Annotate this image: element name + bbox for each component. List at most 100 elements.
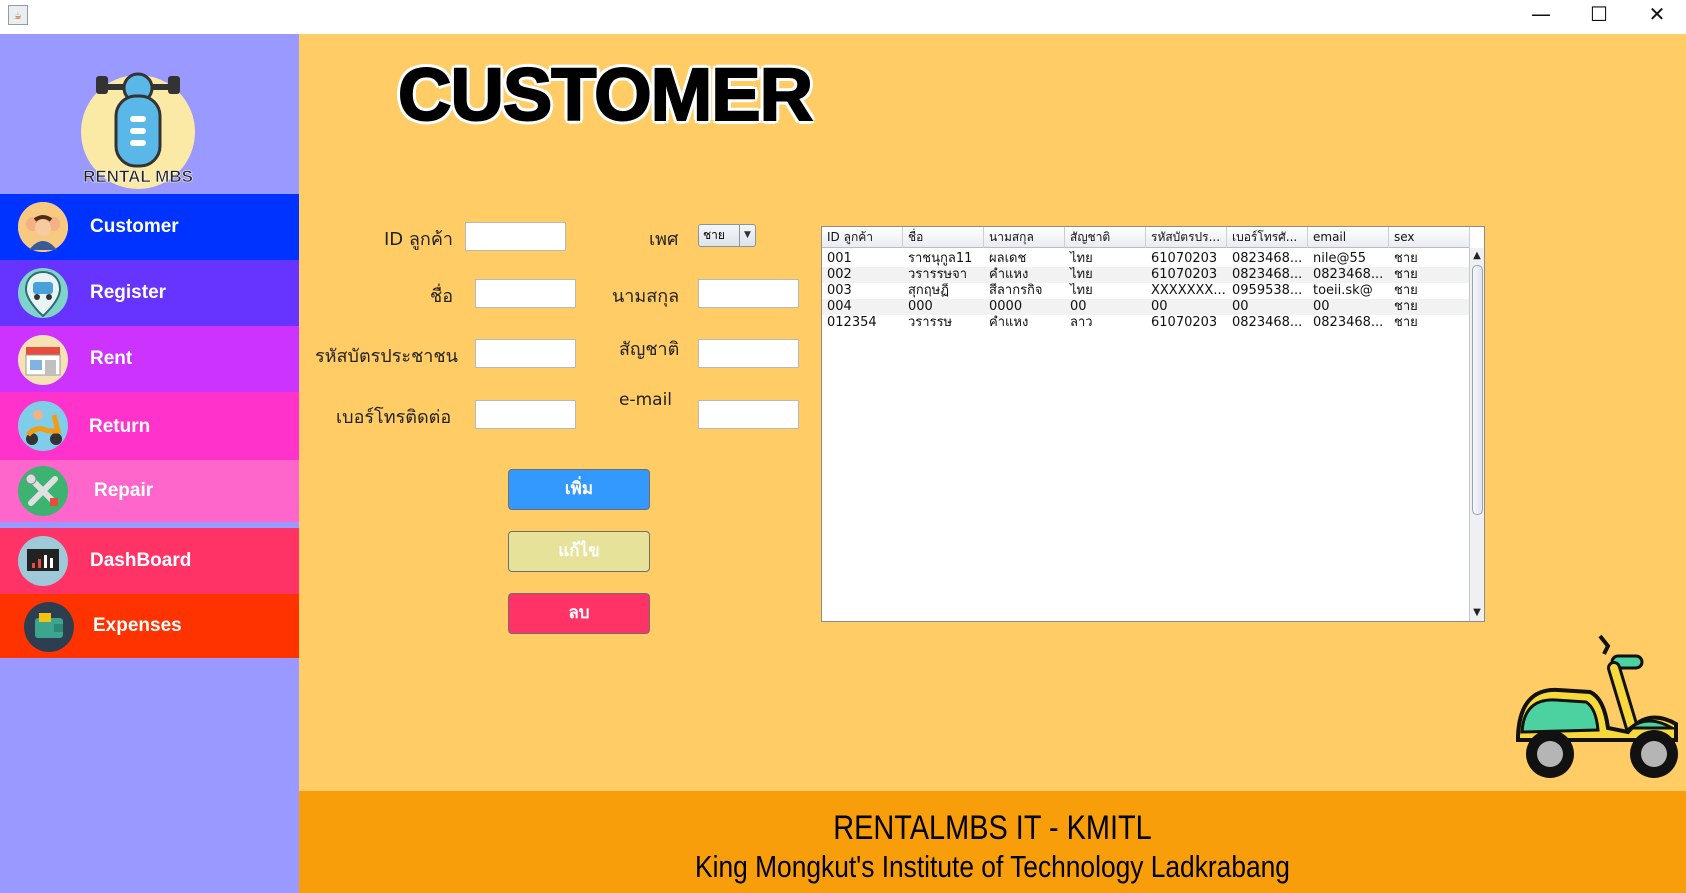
customer-table[interactable]: ID ลูกค้า ชื่อ นามสกุล สัญชาติ รหัสบัตรป… bbox=[821, 226, 1485, 622]
nationality-field[interactable] bbox=[698, 339, 799, 368]
sidebar-item-label: Register bbox=[90, 282, 167, 303]
citizen-id-field[interactable] bbox=[475, 339, 576, 368]
delete-button[interactable]: ลบ bbox=[508, 593, 650, 634]
column-header[interactable]: ID ลูกค้า bbox=[822, 227, 903, 248]
logo-text: RENTAL MBS bbox=[83, 167, 193, 186]
footer: RENTALMBS IT - KMITL King Mongkut's Inst… bbox=[299, 791, 1686, 893]
sidebar-item-repair[interactable]: Repair bbox=[0, 460, 299, 522]
vertical-scrollbar[interactable]: ▲ ▼ bbox=[1469, 248, 1484, 621]
table-cell: 61070203 bbox=[1151, 251, 1218, 266]
sidebar-item-return[interactable]: Return bbox=[0, 392, 299, 460]
table-cell: ชาย bbox=[1394, 315, 1418, 330]
minimize-button[interactable]: — bbox=[1512, 0, 1570, 30]
bike-register-icon bbox=[18, 268, 68, 318]
column-header[interactable]: sex bbox=[1389, 227, 1470, 248]
table-cell: 003 bbox=[827, 283, 852, 298]
gender-select[interactable]: ชาย ▼ bbox=[698, 224, 756, 247]
sidebar-item-rent[interactable]: Rent bbox=[0, 326, 299, 392]
table-cell: 001 bbox=[827, 251, 852, 266]
id-label: ID ลูกค้า bbox=[384, 229, 453, 250]
column-header[interactable]: นามสกุล bbox=[984, 227, 1065, 248]
table-cell: 00 bbox=[1232, 299, 1249, 314]
shop-icon bbox=[18, 335, 68, 385]
chart-icon bbox=[18, 536, 68, 586]
table-row[interactable]: 001 ราชนุกูล11 ผลเดช ไทย 61070203 0823468... n… bbox=[822, 251, 1470, 267]
table-cell: ผลเดช bbox=[989, 251, 1027, 266]
window-titlebar: ☕ — ☐ ✕ bbox=[0, 0, 1686, 34]
column-header[interactable]: ชื่อ bbox=[903, 227, 984, 248]
customer-id-field[interactable] bbox=[465, 222, 566, 251]
sidebar-item-label: Repair bbox=[94, 480, 154, 501]
table-cell: 0959538... bbox=[1232, 283, 1303, 298]
email-label: e-mail bbox=[619, 390, 673, 410]
table-cell: 0823468... bbox=[1232, 315, 1303, 330]
table-cell: 61070203 bbox=[1151, 315, 1218, 330]
table-row[interactable]: 002 วรารรษจา คำแหง ไทย 61070203 0823468... 082… bbox=[822, 267, 1470, 283]
gender-label: เพศ bbox=[649, 229, 679, 250]
table-cell: XXXXXXX... bbox=[1151, 283, 1226, 298]
sidebar-item-dashboard[interactable]: DashBoard bbox=[0, 528, 299, 594]
sidebar-item-label: Rent bbox=[90, 348, 133, 369]
table-cell: วรารรษ bbox=[908, 315, 953, 330]
table-cell: 0000 bbox=[989, 299, 1023, 314]
table-cell: วรารรษจา bbox=[908, 267, 968, 282]
sidebar-item-customer[interactable]: Customer bbox=[0, 194, 299, 260]
sidebar: RENTAL MBS Customer Register Rent Return… bbox=[0, 34, 299, 893]
citizen-id-label: รหัสบัตรประชาชน bbox=[315, 346, 458, 367]
scrollbar-thumb[interactable] bbox=[1472, 265, 1483, 515]
table-cell: ชาย bbox=[1394, 251, 1418, 266]
table-cell: ลาว bbox=[1070, 315, 1093, 330]
name-field[interactable] bbox=[475, 279, 576, 308]
table-cell: ไทย bbox=[1070, 267, 1093, 282]
table-cell: 00 bbox=[1313, 299, 1330, 314]
surname-field[interactable] bbox=[698, 279, 799, 308]
phone-field[interactable] bbox=[475, 400, 576, 429]
scooter-illustration bbox=[1508, 628, 1683, 788]
close-button[interactable]: ✕ bbox=[1628, 0, 1686, 30]
table-cell: nile@55 bbox=[1313, 251, 1367, 266]
column-header[interactable]: email bbox=[1308, 227, 1389, 248]
table-cell: คำแหง bbox=[989, 267, 1029, 282]
table-cell: สีลากรกิจ bbox=[989, 283, 1043, 298]
add-button[interactable]: เพิ่ม bbox=[508, 469, 650, 510]
table-cell: 0823468... bbox=[1232, 267, 1303, 282]
sidebar-item-label: Return bbox=[89, 416, 151, 437]
maximize-button[interactable]: ☐ bbox=[1570, 0, 1628, 30]
table-cell: 00 bbox=[1151, 299, 1168, 314]
table-cell: 004 bbox=[827, 299, 852, 314]
table-cell: 000 bbox=[908, 299, 933, 314]
table-cell: 0823468... bbox=[1313, 315, 1384, 330]
rental-mbs-logo: RENTAL MBS bbox=[78, 54, 198, 189]
scroll-up-icon[interactable]: ▲ bbox=[1470, 249, 1484, 263]
table-cell: 0823468... bbox=[1313, 267, 1384, 282]
sidebar-item-expenses[interactable]: Expenses bbox=[0, 594, 299, 658]
sidebar-item-label: Customer bbox=[90, 216, 179, 237]
phone-label: เบอร์โทรติดต่อ bbox=[336, 407, 452, 428]
table-cell: คำแหง bbox=[989, 315, 1029, 330]
table-cell: 00 bbox=[1070, 299, 1087, 314]
sidebar-item-label: Expenses bbox=[93, 615, 182, 636]
email-field[interactable] bbox=[698, 400, 799, 429]
chevron-down-icon: ▼ bbox=[739, 225, 755, 246]
sidebar-item-label: DashBoard bbox=[90, 550, 192, 571]
table-row[interactable]: 004 000 0000 00 00 00 00 ชาย bbox=[822, 299, 1470, 315]
table-cell: toeii.sk@ bbox=[1313, 283, 1373, 298]
column-header[interactable]: สัญชาติ bbox=[1065, 227, 1146, 248]
table-row[interactable]: 012354 วรารรษ คำแหง ลาว 61070203 0823468... 08… bbox=[822, 315, 1470, 331]
edit-button[interactable]: แก้ไข bbox=[508, 531, 650, 572]
table-row[interactable]: 003 สุกฤษฏิ์ สีลากรกิจ ไทย XXXXXXX... 0959538… bbox=[822, 283, 1470, 299]
table-cell: ราชนุกูล11 bbox=[908, 251, 973, 266]
table-cell: 012354 bbox=[827, 315, 877, 330]
nationality-label: สัญชาติ bbox=[619, 339, 680, 360]
table-header: ID ลูกค้า ชื่อ นามสกุล สัญชาติ รหัสบัตรป… bbox=[822, 227, 1470, 248]
table-cell: ไทย bbox=[1070, 251, 1093, 266]
gender-select-value: ชาย bbox=[703, 228, 725, 242]
column-header[interactable]: รหัสบัตรปร... bbox=[1146, 227, 1227, 248]
page-title: CUSTOMER bbox=[397, 52, 814, 137]
scroll-down-icon[interactable]: ▼ bbox=[1470, 606, 1484, 620]
customers-icon bbox=[18, 202, 68, 252]
table-cell: ชาย bbox=[1394, 267, 1418, 282]
column-header[interactable]: เบอร์โทรศั... bbox=[1227, 227, 1308, 248]
surname-label: นามสกุล bbox=[612, 286, 680, 307]
sidebar-item-register[interactable]: Register bbox=[0, 260, 299, 326]
